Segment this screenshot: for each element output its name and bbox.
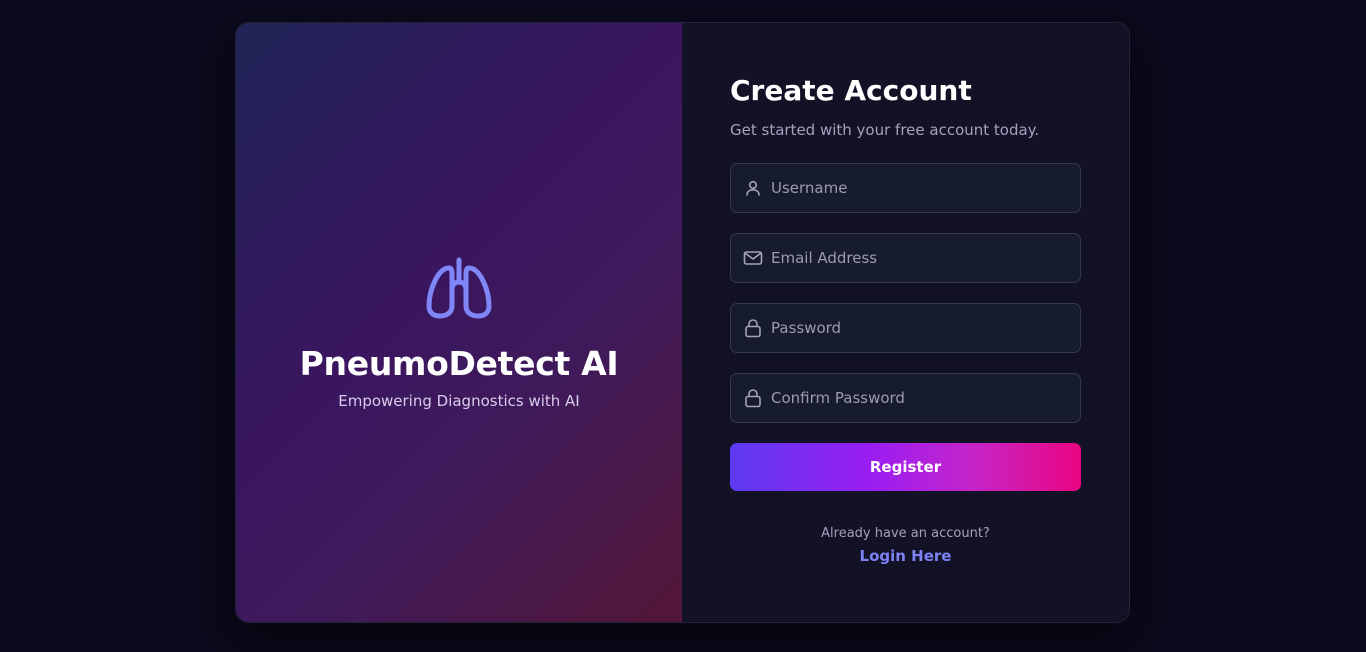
email-field[interactable] <box>730 233 1081 283</box>
user-icon <box>743 178 763 198</box>
form-title: Create Account <box>730 74 972 107</box>
password-input[interactable] <box>771 304 1070 352</box>
username-field[interactable] <box>730 163 1081 213</box>
form-subtitle: Get started with your free account today… <box>730 121 1040 139</box>
brand-tagline: Empowering Diagnostics with AI <box>338 391 580 410</box>
username-input[interactable] <box>771 164 1070 212</box>
confirm-password-field[interactable] <box>730 373 1081 423</box>
login-row: Already have an account? Login Here <box>730 525 1081 565</box>
brand-block: PneumoDetect AI Empowering Diagnostics w… <box>300 256 619 410</box>
password-field[interactable] <box>730 303 1081 353</box>
lungs-icon <box>426 257 492 318</box>
form-fields <box>730 163 1081 423</box>
brand-title: PneumoDetect AI <box>299 343 619 383</box>
brand-panel: PneumoDetect AI Empowering Diagnostics w… <box>236 23 682 622</box>
email-input[interactable] <box>771 234 1070 282</box>
mail-icon <box>743 248 763 268</box>
register-button[interactable]: Register <box>730 443 1081 491</box>
lock-icon <box>743 388 763 408</box>
login-link[interactable]: Login Here <box>860 547 952 565</box>
login-prompt: Already have an account? <box>821 526 990 541</box>
register-card: PneumoDetect AI Empowering Diagnostics w… <box>235 22 1130 623</box>
lock-icon <box>743 318 763 338</box>
register-form-panel: Create Account Get started with your fre… <box>682 23 1129 622</box>
confirm-password-input[interactable] <box>771 374 1070 422</box>
